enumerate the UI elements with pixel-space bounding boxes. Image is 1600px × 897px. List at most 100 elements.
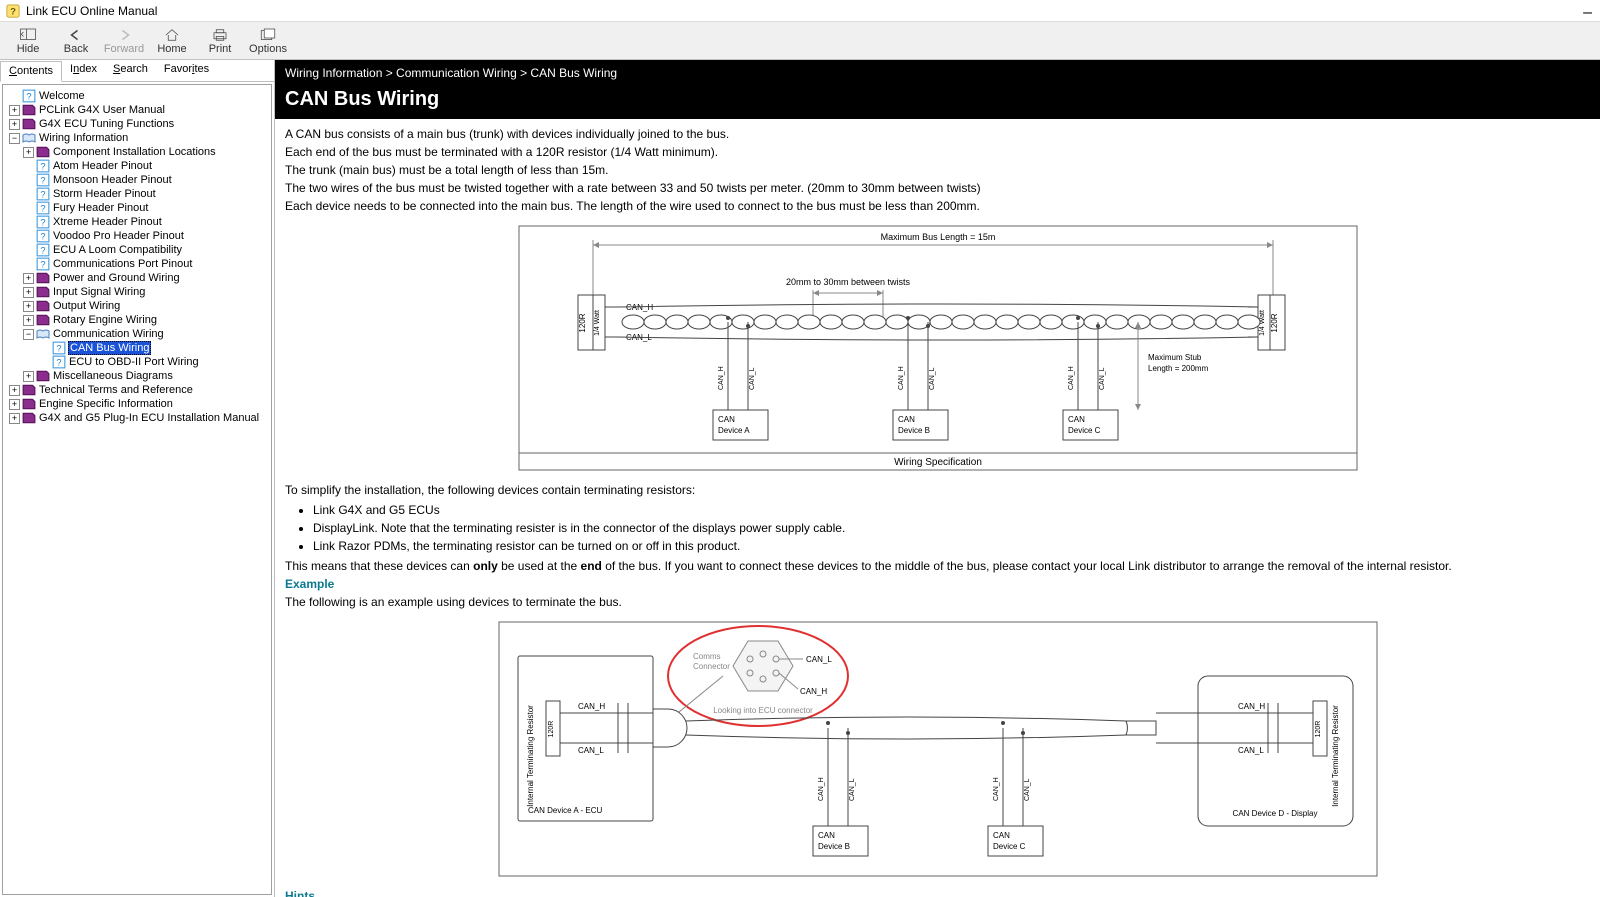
svg-text:CAN_L: CAN_L [1238, 746, 1264, 755]
book-icon [22, 398, 36, 410]
tree-misc[interactable]: Miscellaneous Diagrams [52, 370, 174, 382]
svg-text:?: ? [40, 232, 45, 242]
hide-label: Hide [17, 43, 40, 55]
tree-storm[interactable]: Storm Header Pinout [52, 188, 157, 200]
hide-button[interactable]: Hide [6, 26, 50, 56]
page-icon: ? [36, 202, 50, 214]
content-pane[interactable]: Wiring Information > Communication Wirin… [275, 60, 1600, 897]
tree-fury[interactable]: Fury Header Pinout [52, 202, 149, 214]
page-icon: ? [52, 342, 66, 354]
tree-obd[interactable]: ECU to OBD-II Port Wiring [68, 356, 200, 368]
print-button[interactable]: Print [198, 26, 242, 56]
example-diagram: Comms Connector CAN_L CAN_H Looking into… [498, 621, 1378, 877]
tree-atom[interactable]: Atom Header Pinout [52, 160, 153, 172]
svg-text:CAN_H: CAN_H [993, 777, 1000, 801]
window-title: Link ECU Online Manual [26, 4, 157, 18]
svg-text:?: ? [40, 260, 45, 270]
tree-output[interactable]: Output Wiring [52, 300, 121, 312]
tree-loom[interactable]: ECU A Loom Compatibility [52, 244, 183, 256]
tab-search[interactable]: Search [105, 60, 156, 81]
tree-tuning[interactable]: G4X ECU Tuning Functions [38, 118, 175, 130]
tree-xtreme[interactable]: Xtreme Header Pinout [52, 216, 163, 228]
tree-power[interactable]: Power and Ground Wiring [52, 272, 181, 284]
tab-index[interactable]: Index [62, 60, 105, 81]
mid-text: To simplify the installation, the follow… [275, 475, 1600, 617]
tree-voodoo[interactable]: Voodoo Pro Header Pinout [52, 230, 185, 242]
book-icon [22, 412, 36, 424]
svg-text:CAN_H: CAN_H [1068, 366, 1075, 390]
home-button[interactable]: Home [150, 26, 194, 56]
tree-plugin[interactable]: G4X and G5 Plug-In ECU Installation Manu… [38, 412, 260, 424]
svg-text:CAN_H: CAN_H [578, 702, 605, 711]
tab-favorites[interactable]: Favorites [156, 60, 217, 81]
svg-text:120R: 120R [548, 721, 555, 738]
svg-text:Wiring Specification: Wiring Specification [894, 457, 982, 468]
svg-text:CAN_L: CAN_L [749, 367, 756, 390]
expand-icon[interactable]: + [9, 385, 20, 396]
svg-text:Connector: Connector [693, 662, 730, 671]
tree-tech[interactable]: Technical Terms and Reference [38, 384, 194, 396]
svg-text:120R: 120R [1315, 721, 1322, 738]
svg-text:Maximum Stub: Maximum Stub [1148, 353, 1202, 362]
svg-text:CAN_L: CAN_L [806, 655, 832, 664]
svg-text:Device A: Device A [718, 426, 750, 435]
collapse-icon[interactable]: − [23, 329, 34, 340]
page-icon: ? [36, 188, 50, 200]
tab-contents[interactable]: Contents [0, 61, 62, 82]
svg-text:?: ? [40, 246, 45, 256]
book-icon [36, 314, 50, 326]
expand-icon[interactable]: + [23, 301, 34, 312]
svg-text:CAN_H: CAN_H [1238, 702, 1265, 711]
tree[interactable]: ? Welcome + PCLink G4X User Manual + G4X EC… [2, 84, 272, 895]
svg-text:?: ? [40, 218, 45, 228]
options-label: Options [249, 43, 287, 55]
options-button[interactable]: Options [246, 26, 290, 56]
tree-wiring[interactable]: Wiring Information [38, 132, 129, 144]
print-label: Print [209, 43, 232, 55]
svg-text:CAN_H: CAN_H [718, 366, 725, 390]
tree-rotary[interactable]: Rotary Engine Wiring [52, 314, 158, 326]
expand-icon[interactable]: + [9, 399, 20, 410]
collapse-icon[interactable]: − [9, 133, 20, 144]
openbook-icon [22, 132, 36, 144]
tree-engine[interactable]: Engine Specific Information [38, 398, 174, 410]
book-icon [22, 118, 36, 130]
expand-icon[interactable]: + [23, 315, 34, 326]
svg-text:Comms: Comms [693, 652, 721, 661]
expand-icon[interactable]: + [9, 119, 20, 130]
title-bar: ? Link ECU Online Manual – [0, 0, 1600, 22]
svg-text:?: ? [40, 204, 45, 214]
svg-text:Internal Terminating Resistor: Internal Terminating Resistor [1331, 705, 1340, 807]
book-icon [36, 286, 50, 298]
wiring-spec-diagram: Wiring Specification Maximum Bus Length … [518, 225, 1358, 471]
page-icon: ? [36, 174, 50, 186]
tree-comm-wiring[interactable]: Communication Wiring [52, 328, 165, 340]
tree-pclink[interactable]: PCLink G4X User Manual [38, 104, 166, 116]
expand-icon[interactable]: + [23, 273, 34, 284]
tree-input[interactable]: Input Signal Wiring [52, 286, 146, 298]
tree-welcome[interactable]: Welcome [38, 90, 86, 102]
back-button[interactable]: Back [54, 26, 98, 56]
svg-text:CAN: CAN [993, 831, 1010, 840]
expand-icon[interactable]: + [23, 147, 34, 158]
tree-comp-install[interactable]: Component Installation Locations [52, 146, 217, 158]
hints-text: Hints Run the trunk as close as possible… [275, 881, 1600, 897]
svg-text:120R: 120R [578, 313, 587, 332]
expand-icon[interactable]: + [23, 371, 34, 382]
expand-icon[interactable]: + [9, 413, 20, 424]
svg-text:Maximum Bus Length = 15m: Maximum Bus Length = 15m [880, 232, 995, 242]
book-icon [36, 300, 50, 312]
expand-icon[interactable]: + [23, 287, 34, 298]
book-icon [22, 384, 36, 396]
side-tabs: Contents Index Search Favorites [0, 60, 274, 82]
svg-text:CAN_H: CAN_H [818, 777, 825, 801]
expand-icon[interactable]: + [9, 105, 20, 116]
tree-canbus[interactable]: CAN Bus Wiring [68, 341, 151, 355]
forward-button: Forward [102, 26, 146, 56]
tree-monsoon[interactable]: Monsoon Header Pinout [52, 174, 173, 186]
tree-comms[interactable]: Communications Port Pinout [52, 258, 193, 270]
svg-text:Device C: Device C [993, 842, 1026, 851]
svg-text:CAN_L: CAN_L [849, 778, 856, 801]
minimize-icon[interactable]: – [1583, 4, 1592, 22]
book-icon [22, 104, 36, 116]
